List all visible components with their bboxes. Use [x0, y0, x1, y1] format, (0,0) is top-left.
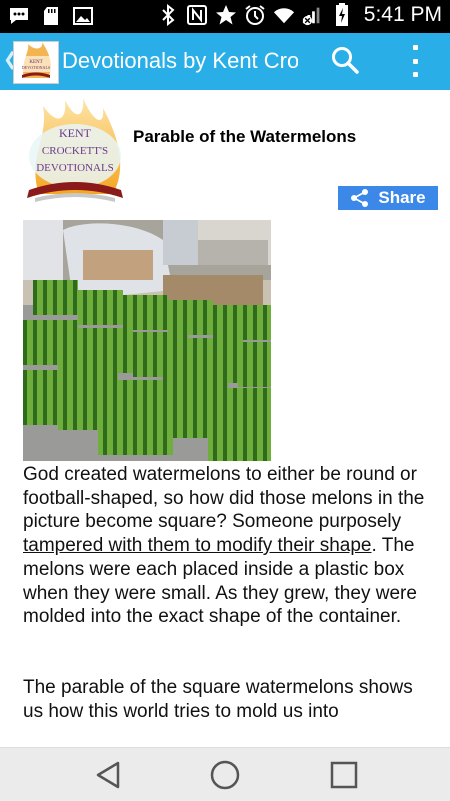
home-icon[interactable]	[207, 758, 243, 792]
chat-icon	[8, 5, 30, 27]
tampered-link[interactable]: tampered with them to modify their shape	[23, 535, 372, 556]
post-content[interactable]: KENT CROCKETT'S DEVOTIONALS Parable of t…	[0, 90, 450, 747]
paragraph-1: God created watermelons to either be rou…	[23, 463, 433, 629]
alarm-icon	[244, 4, 266, 26]
overflow-menu-icon[interactable]	[405, 45, 425, 77]
devotionals-logo: KENT CROCKETT'S DEVOTIONALS	[19, 98, 131, 206]
navigation-bar	[0, 747, 450, 801]
wifi-icon	[273, 4, 295, 26]
gallery-icon	[72, 5, 94, 27]
battery-charging-icon	[331, 3, 353, 26]
post-title: Parable of the Watermelons	[133, 127, 357, 146]
share-label: Share	[378, 188, 426, 207]
bluetooth-icon	[157, 4, 179, 26]
logo-text-devotionals: DEVOTIONALS	[36, 162, 114, 174]
status-bar: 5:41 PM	[0, 0, 450, 33]
signal-icon	[302, 4, 324, 26]
share-icon	[351, 189, 369, 207]
logo-text-crocketts: CROCKETT'S	[42, 145, 108, 157]
paragraph-1-text-a: God created watermelons to either be rou…	[23, 464, 425, 533]
nfc-icon	[186, 4, 208, 26]
paragraph-2: The parable of the square watermelons sh…	[23, 676, 413, 722]
star-icon	[215, 4, 237, 26]
share-button[interactable]: Share	[338, 186, 438, 210]
back-icon[interactable]	[90, 758, 126, 792]
app-title: Devotionals by Kent Crockett	[62, 48, 298, 73]
search-icon[interactable]	[330, 45, 360, 75]
svg-text:DEVOTIONALS: DEVOTIONALS	[22, 65, 50, 70]
square-watermelons-photo	[23, 220, 271, 461]
logo-text-kent: KENT	[59, 126, 92, 140]
app-logo[interactable]: KENT DEVOTIONALS	[13, 41, 59, 84]
app-bar: ❮ KENT DEVOTIONALS Devotionals by Kent C…	[0, 33, 450, 90]
post-body: God created watermelons to either be rou…	[23, 463, 433, 747]
sd-card-icon	[40, 5, 62, 27]
recents-icon[interactable]	[326, 758, 362, 792]
clock: 5:41 PM	[363, 3, 442, 26]
